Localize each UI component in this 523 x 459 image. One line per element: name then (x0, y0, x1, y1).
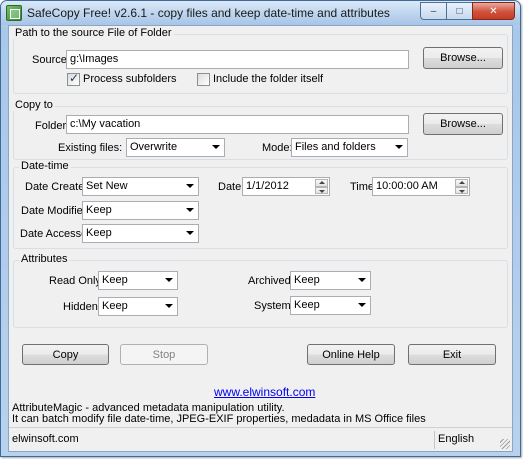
date-spin-buttons[interactable] (315, 179, 328, 194)
include-folder-label[interactable]: Include the folder itself (213, 73, 323, 85)
mode-label: Mode: (262, 142, 293, 154)
chevron-down-icon (186, 184, 194, 188)
chevron-down-icon (165, 278, 173, 282)
date-created-value: Set New (86, 180, 128, 192)
online-help-button[interactable]: Online Help (307, 344, 395, 365)
minimize-button[interactable]: – (420, 2, 446, 20)
read-only-value: Keep (102, 274, 128, 286)
caption-buttons: – □ ✕ (420, 2, 515, 20)
hidden-label: Hidden: (63, 301, 101, 313)
website-link[interactable]: www.elwinsoft.com (214, 385, 315, 399)
chevron-down-icon (358, 278, 366, 282)
copy-button[interactable]: Copy (22, 344, 109, 365)
app-window: SafeCopy Free! v2.6.1 - copy files and k… (0, 0, 521, 457)
attributes-group-title: Attributes (19, 253, 70, 265)
destination-folder-input[interactable]: c:\My vacation (66, 115, 409, 134)
date-picker[interactable]: 1/1/2012 (242, 177, 330, 196)
maximize-button[interactable]: □ (446, 2, 472, 20)
source-path-input[interactable]: g:\Images (66, 50, 409, 69)
folder-label: Folder: (35, 120, 70, 132)
close-button[interactable]: ✕ (472, 2, 515, 20)
spin-up-icon[interactable] (455, 179, 468, 187)
archived-dropdown[interactable]: Keep (290, 271, 371, 290)
read-only-label: Read Only: (49, 275, 105, 287)
status-language[interactable]: English (438, 433, 474, 445)
existing-files-value: Overwrite (130, 141, 178, 153)
dialog-client-area: Path to the source File of Folder Source… (8, 25, 513, 452)
read-only-dropdown[interactable]: Keep (98, 271, 178, 290)
mode-value: Files and folders (295, 141, 376, 153)
date-time-group-title: Date-time (19, 160, 71, 172)
existing-files-label: Existing files: (58, 142, 123, 154)
hidden-value: Keep (102, 300, 128, 312)
time-spin-buttons[interactable] (455, 179, 468, 194)
archived-label: Archived: (248, 275, 294, 287)
process-subfolders-checkbox[interactable] (67, 71, 80, 86)
chevron-down-icon (165, 304, 173, 308)
mode-dropdown[interactable]: Files and folders (291, 138, 408, 157)
app-icon[interactable] (6, 5, 22, 21)
status-bar: elwinsoft.com English (9, 427, 512, 451)
copy-to-group-title: Copy to (13, 99, 55, 111)
archived-value: Keep (294, 274, 320, 286)
spin-down-icon[interactable] (315, 186, 328, 194)
time-picker[interactable]: 10:00:00 AM (372, 177, 470, 196)
system-value: Keep (294, 299, 320, 311)
hidden-dropdown[interactable]: Keep (98, 297, 178, 316)
process-subfolders-label[interactable]: Process subfolders (83, 73, 177, 85)
date-modified-dropdown[interactable]: Keep (82, 201, 199, 220)
system-label: System: (254, 300, 294, 312)
time-value: 10:00:00 AM (376, 180, 438, 192)
date-accessed-value: Keep (86, 227, 112, 239)
chevron-down-icon (212, 145, 220, 149)
status-website: elwinsoft.com (12, 433, 79, 445)
spin-down-icon[interactable] (455, 186, 468, 194)
attributes-group (13, 260, 508, 328)
date-label: Date: (218, 181, 245, 193)
date-accessed-dropdown[interactable]: Keep (82, 224, 199, 243)
source-group-title: Path to the source File of Folder (13, 27, 174, 39)
date-created-dropdown[interactable]: Set New (82, 177, 199, 196)
existing-files-dropdown[interactable]: Overwrite (126, 138, 225, 157)
date-value: 1/1/2012 (246, 180, 289, 192)
promo-line-2: It can batch modify file date-time, JPEG… (12, 413, 426, 425)
title-bar[interactable]: SafeCopy Free! v2.6.1 - copy files and k… (1, 1, 520, 25)
spin-up-icon[interactable] (315, 179, 328, 187)
system-dropdown[interactable]: Keep (290, 296, 371, 315)
source-browse-button[interactable]: Browse... (423, 47, 503, 69)
resize-grip-icon[interactable] (500, 439, 510, 449)
source-label: Source: (32, 54, 70, 66)
include-folder-checkbox[interactable] (197, 73, 210, 86)
chevron-down-icon (186, 208, 194, 212)
exit-button[interactable]: Exit (408, 344, 496, 365)
chevron-down-icon (395, 145, 403, 149)
window-title: SafeCopy Free! v2.6.1 - copy files and k… (27, 6, 390, 20)
destination-browse-button[interactable]: Browse... (423, 113, 503, 135)
date-modified-value: Keep (86, 204, 112, 216)
chevron-down-icon (186, 231, 194, 235)
chevron-down-icon (358, 303, 366, 307)
stop-button[interactable]: Stop (120, 344, 208, 365)
status-separator (434, 431, 435, 449)
